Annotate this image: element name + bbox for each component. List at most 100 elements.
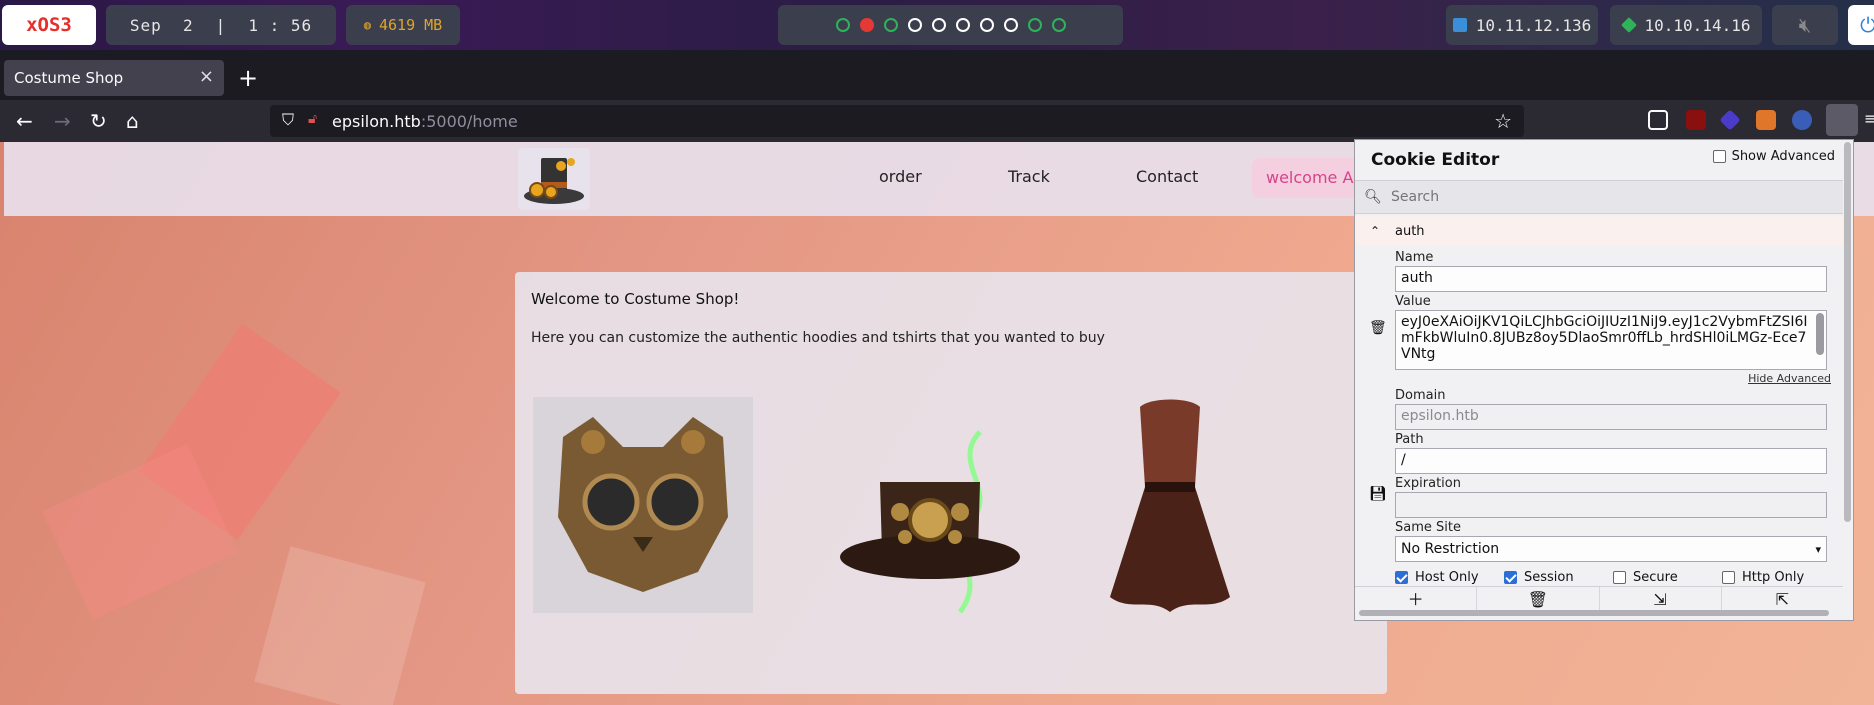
home-icon[interactable]: ⌂ bbox=[126, 109, 139, 133]
tab-bar: Costume Shop × + bbox=[0, 56, 1874, 100]
cookie-fields: Name auth Value eyJ0eXAiOiJKV1QiLCJhbGci… bbox=[1395, 248, 1831, 585]
nav-bar: ← → ↻ ⌂ ⛉ 🔓︎ epsilon.htb:5000/home ☆ ≡ bbox=[0, 100, 1874, 142]
value-field[interactable]: eyJ0eXAiOiJKV1QiLCJhbGciOiJIUzI1NiJ9.eyJ… bbox=[1395, 310, 1827, 370]
date-text: Sep 2 bbox=[129, 15, 194, 35]
save-cookie-icon[interactable]: 💾︎ bbox=[1369, 486, 1387, 502]
cookie-search-input[interactable] bbox=[1391, 189, 1811, 205]
tab-costume-shop[interactable]: Costume Shop × bbox=[4, 60, 224, 96]
http-only-checkbox[interactable] bbox=[1722, 571, 1735, 584]
workspace-2[interactable] bbox=[859, 18, 874, 32]
session-toggle[interactable]: Session bbox=[1504, 570, 1613, 585]
shield-icon[interactable]: ⛉ bbox=[282, 110, 294, 130]
cookie-editor-title: Cookie Editor bbox=[1371, 150, 1500, 170]
chevron-up-icon[interactable]: ⌃ bbox=[1355, 224, 1395, 238]
show-advanced-toggle[interactable]: Show Advanced bbox=[1712, 149, 1835, 164]
workspace-switcher[interactable] bbox=[778, 5, 1123, 45]
tun-ip-indicator: 10.11.12.136 bbox=[1446, 5, 1598, 45]
memory-text: 4619 MB bbox=[379, 16, 443, 34]
workspace-9[interactable] bbox=[1027, 18, 1042, 32]
product-cat-mask[interactable] bbox=[533, 397, 753, 613]
wappalyzer-icon[interactable] bbox=[1719, 109, 1741, 131]
chevron-down-icon: ▾ bbox=[1815, 542, 1821, 556]
value-scrollbar[interactable] bbox=[1816, 313, 1824, 355]
same-site-select[interactable]: No Restriction ▾ bbox=[1395, 536, 1827, 562]
steampunk-hat-image bbox=[840, 430, 1020, 614]
cookie-search-bar: 🔍︎ bbox=[1355, 180, 1843, 214]
memory-indicator: ◍ 4619 MB bbox=[346, 5, 460, 45]
shop-logo[interactable] bbox=[518, 148, 590, 210]
product-steampunk-hat[interactable] bbox=[830, 402, 1030, 622]
vpn-ip-text: 10.10.14.16 bbox=[1644, 15, 1751, 35]
os-label: xOS3 bbox=[26, 14, 72, 36]
workspace-5[interactable] bbox=[931, 18, 946, 32]
vpn-ip-indicator: 10.10.14.16 bbox=[1610, 5, 1762, 45]
domain-field[interactable]: epsilon.htb bbox=[1395, 404, 1827, 430]
url-bar[interactable]: ⛉ 🔓︎ epsilon.htb:5000/home ☆ bbox=[270, 105, 1524, 137]
panel-horizontal-scrollbar[interactable] bbox=[1359, 610, 1829, 616]
close-icon[interactable]: × bbox=[199, 66, 214, 87]
ublock-icon[interactable] bbox=[1686, 110, 1706, 130]
workspace-1[interactable] bbox=[835, 18, 850, 32]
workspace-6[interactable] bbox=[955, 18, 970, 32]
expiration-field[interactable] bbox=[1395, 492, 1827, 518]
power-icon[interactable]: ⏻ bbox=[1848, 5, 1874, 45]
welcome-heading: Welcome to Costume Shop! bbox=[531, 290, 740, 308]
new-tab-button[interactable]: + bbox=[238, 64, 258, 92]
panel-vertical-scrollbar[interactable] bbox=[1844, 142, 1851, 522]
pocket-icon[interactable] bbox=[1648, 110, 1668, 130]
show-advanced-checkbox[interactable] bbox=[1712, 150, 1726, 163]
value-text: eyJ0eXAiOiJKV1QiLCJhbGciOiJIUzI1NiJ9.eyJ… bbox=[1401, 314, 1808, 362]
search-icon: 🔍︎ bbox=[1364, 189, 1382, 205]
system-bar: xOS3 Sep 2 | 1 : 56 ◍ 4619 MB 10.11.12.1… bbox=[0, 0, 1874, 50]
session-label: Session bbox=[1524, 570, 1574, 585]
welcome-card: Welcome to Costume Shop! Here you can cu… bbox=[515, 272, 1387, 694]
product-corset-dress[interactable] bbox=[1090, 397, 1250, 627]
nav-order-link[interactable]: order bbox=[879, 167, 922, 186]
secure-checkbox[interactable] bbox=[1613, 571, 1626, 584]
name-label: Name bbox=[1395, 250, 1434, 265]
cookie-editor-panel: Cookie Editor Show Advanced 🔍︎ ⌃ auth 🗑︎… bbox=[1354, 139, 1854, 621]
workspace-7[interactable] bbox=[979, 18, 994, 32]
forward-icon[interactable]: → bbox=[54, 109, 71, 133]
hide-advanced-link[interactable]: Hide Advanced bbox=[1395, 372, 1831, 386]
workspace-4[interactable] bbox=[907, 18, 922, 32]
bookmark-star-icon[interactable]: ☆ bbox=[1494, 109, 1512, 133]
http-only-label: Http Only bbox=[1742, 570, 1805, 585]
reload-icon[interactable]: ↻ bbox=[90, 109, 107, 133]
url-host: epsilon.htb bbox=[332, 111, 421, 131]
http-only-toggle[interactable]: Http Only bbox=[1722, 570, 1831, 585]
same-site-value: No Restriction bbox=[1401, 541, 1500, 557]
expiration-label: Expiration bbox=[1395, 476, 1461, 491]
session-checkbox[interactable] bbox=[1504, 571, 1517, 584]
menu-icon[interactable]: ≡ bbox=[1864, 109, 1874, 128]
path-field[interactable]: / bbox=[1395, 448, 1827, 474]
hacktools-icon[interactable] bbox=[1792, 110, 1812, 130]
foxyproxy-icon[interactable] bbox=[1756, 110, 1776, 130]
nav-contact-link[interactable]: Contact bbox=[1136, 167, 1198, 186]
host-only-label: Host Only bbox=[1415, 570, 1479, 585]
cube-icon bbox=[1620, 17, 1637, 33]
time-text: 1 : 56 bbox=[248, 15, 313, 35]
workspace-10[interactable] bbox=[1051, 18, 1066, 32]
name-field[interactable]: auth bbox=[1395, 266, 1827, 292]
secure-toggle[interactable]: Secure bbox=[1613, 570, 1722, 585]
workspace-3[interactable] bbox=[883, 18, 898, 32]
host-only-toggle[interactable]: Host Only bbox=[1395, 570, 1504, 585]
nav-track-link[interactable]: Track bbox=[1008, 167, 1050, 186]
os-badge[interactable]: xOS3 bbox=[2, 5, 96, 45]
cookie-editor-icon[interactable] bbox=[1826, 104, 1858, 136]
clock: Sep 2 | 1 : 56 bbox=[106, 5, 336, 45]
host-only-checkbox[interactable] bbox=[1395, 571, 1408, 584]
lock-icon[interactable]: 🔓︎ bbox=[308, 111, 317, 127]
workspace-8[interactable] bbox=[1003, 18, 1018, 32]
back-icon[interactable]: ← bbox=[16, 109, 33, 133]
monitor-icon bbox=[1452, 18, 1467, 32]
delete-cookie-icon[interactable]: 🗑︎ bbox=[1369, 320, 1387, 336]
welcome-text: Here you can customize the authentic hoo… bbox=[531, 330, 1105, 346]
corset-dress-image bbox=[1110, 399, 1230, 612]
cookie-flags: Host Only Session Secure Http Only bbox=[1395, 570, 1831, 585]
mute-icon[interactable]: 🔇︎ bbox=[1772, 5, 1838, 45]
top-hat-logo-icon bbox=[524, 158, 584, 204]
path-label: Path bbox=[1395, 432, 1424, 447]
cookie-row-auth[interactable]: ⌃ auth bbox=[1355, 216, 1843, 246]
